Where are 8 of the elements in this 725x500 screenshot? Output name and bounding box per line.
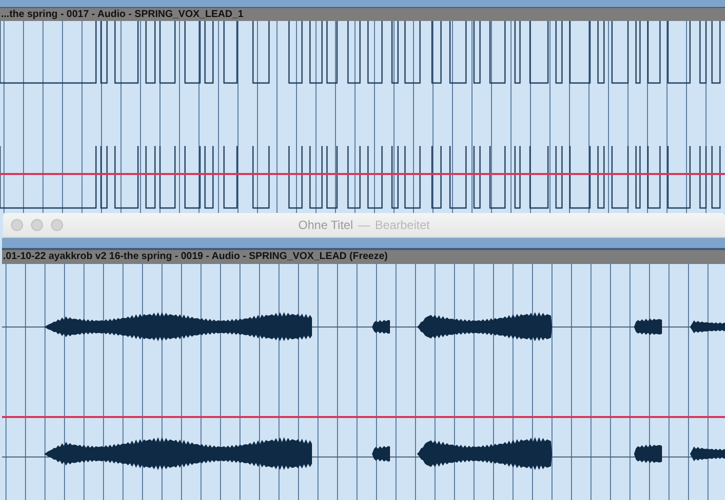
document-status: Bearbeitet — [375, 218, 430, 232]
title-separator: — — [358, 218, 370, 232]
region-title: .01-10-22 ayakkrob v2 16-the spring - 0019 - Audio - SPRING_VOX_LEAD (Freeze) — [2, 249, 725, 264]
zoom-button[interactable] — [51, 219, 63, 231]
window-title: Ohne Titel — [298, 218, 353, 232]
minimize-button[interactable] — [31, 219, 43, 231]
close-button[interactable] — [11, 219, 23, 231]
region-title: ...the spring - 0017 - Audio - SPRING_VOX_LEAD_1 — [0, 8, 725, 21]
